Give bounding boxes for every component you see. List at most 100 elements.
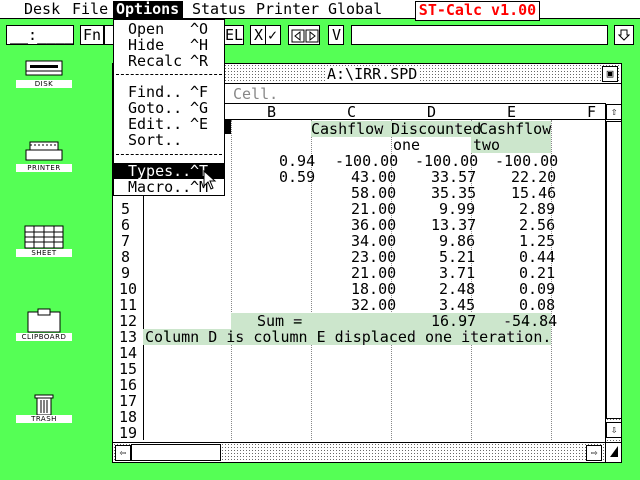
menu-item-types[interactable]: Types..: [128, 163, 191, 179]
vertical-scrollbar[interactable]: ⇧ ⇩: [605, 103, 622, 442]
down-button[interactable]: [614, 25, 634, 45]
scroll-down-button[interactable]: ⇩: [606, 422, 622, 438]
horizontal-scrollbar[interactable]: ⇦ ⇨: [113, 442, 605, 462]
menu-item-edit[interactable]: Edit..: [128, 116, 182, 132]
cell-c5[interactable]: 58.00: [351, 185, 396, 201]
trash-icon[interactable]: TRASH: [16, 392, 72, 427]
row-header-19[interactable]: 19: [119, 425, 137, 441]
menu-printer[interactable]: Printer: [256, 1, 319, 18]
cell-c11[interactable]: 18.00: [351, 281, 396, 297]
row-header-5[interactable]: 5: [121, 201, 130, 217]
scroll-right-button[interactable]: ⇨: [586, 445, 602, 461]
cell-e9[interactable]: 0.44: [519, 249, 555, 265]
fullscreen-button[interactable]: ▣: [602, 66, 618, 82]
cell-d4[interactable]: 33.57: [431, 169, 476, 185]
menu-item-macro[interactable]: Macro..: [128, 179, 191, 195]
menu-global[interactable]: Global: [328, 1, 382, 18]
menu-options[interactable]: Options: [113, 1, 184, 18]
cell-e11[interactable]: 0.09: [519, 281, 555, 297]
cancel-button[interactable]: X: [250, 25, 266, 45]
cell-e5[interactable]: 15.46: [511, 185, 556, 201]
cell-c9[interactable]: 23.00: [351, 249, 396, 265]
cell-d10[interactable]: 3.71: [439, 265, 475, 281]
formula-input[interactable]: [351, 25, 608, 45]
row-header-14[interactable]: 14: [119, 345, 137, 361]
cell-e3[interactable]: -100.00: [495, 153, 558, 169]
menu-item-recalc[interactable]: Recalc: [128, 53, 182, 69]
menu-desk[interactable]: Desk: [24, 1, 60, 18]
cell-d5[interactable]: 35.35: [431, 185, 476, 201]
row-header-6[interactable]: 6: [121, 217, 130, 233]
menu-item-find[interactable]: Find..: [128, 84, 182, 100]
cell-e4[interactable]: 22.20: [511, 169, 556, 185]
vertical-scroll-thumb[interactable]: [606, 121, 622, 419]
column-header-b[interactable]: B: [267, 104, 276, 120]
cell-e8[interactable]: 1.25: [519, 233, 555, 249]
row-header-10[interactable]: 10: [119, 281, 137, 297]
menu-item-goto[interactable]: Goto..: [128, 100, 182, 116]
column-header-c[interactable]: C: [347, 104, 356, 120]
cell-c6[interactable]: 21.00: [351, 201, 396, 217]
row-header-11[interactable]: 11: [119, 297, 137, 313]
note-cell[interactable]: Column D is column E displaced one itera…: [145, 329, 551, 345]
cell-d1[interactable]: Discounted: [391, 121, 481, 137]
row-header-13[interactable]: 13: [119, 329, 137, 345]
row-header-15[interactable]: 15: [119, 361, 137, 377]
cell-d6[interactable]: 9.99: [439, 201, 475, 217]
cell-b4[interactable]: 0.59: [279, 169, 315, 185]
row-header-7[interactable]: 7: [121, 233, 130, 249]
cell-d8[interactable]: 9.86: [439, 233, 475, 249]
cell-c3[interactable]: -100.00: [335, 153, 398, 169]
disk-icon[interactable]: DISK: [16, 55, 72, 90]
row-header-17[interactable]: 17: [119, 393, 137, 409]
scroll-up-button[interactable]: ⇧: [606, 104, 622, 120]
cell-c1[interactable]: Cashflow: [311, 121, 383, 137]
menu-item-open[interactable]: Open: [128, 21, 164, 37]
menu-file[interactable]: File: [72, 1, 108, 18]
sum-label[interactable]: Sum =: [257, 313, 302, 329]
sum-d[interactable]: 16.97: [431, 313, 476, 329]
row-header-9[interactable]: 9: [121, 265, 130, 281]
row-header-12[interactable]: 12: [119, 313, 137, 329]
sum-e[interactable]: -54.84: [503, 313, 557, 329]
cell-e10[interactable]: 0.21: [519, 265, 555, 281]
cell-d3[interactable]: -100.00: [415, 153, 478, 169]
cell-c4[interactable]: 43.00: [351, 169, 396, 185]
cell-e6[interactable]: 2.89: [519, 201, 555, 217]
horizontal-scroll-thumb[interactable]: [131, 444, 221, 461]
cell-c12[interactable]: 32.00: [351, 297, 396, 313]
cell-e1[interactable]: Cashflow: [479, 121, 551, 137]
cell-ref-box[interactable]: __:____: [6, 25, 74, 45]
cell-c8[interactable]: 34.00: [351, 233, 396, 249]
menu-item-hide[interactable]: Hide: [128, 37, 164, 53]
column-header-d[interactable]: D: [427, 104, 436, 120]
cell-d2[interactable]: one: [393, 137, 420, 153]
clipboard-icon[interactable]: CLIPBOARD: [16, 308, 72, 343]
column-header-f[interactable]: F: [587, 104, 596, 120]
column-header-e[interactable]: E: [507, 104, 516, 120]
resize-corner[interactable]: [605, 442, 621, 462]
value-button[interactable]: V: [328, 25, 344, 45]
scroll-left-button[interactable]: ⇦: [115, 445, 131, 461]
cell-c7[interactable]: 36.00: [351, 217, 396, 233]
cell-d7[interactable]: 13.37: [431, 217, 476, 233]
cell-c10[interactable]: 21.00: [351, 265, 396, 281]
printer-icon[interactable]: PRINTER: [16, 140, 72, 175]
fn-button[interactable]: Fn: [80, 25, 104, 45]
sheet-icon[interactable]: SHEET: [16, 224, 72, 259]
nav-buttons[interactable]: [288, 25, 320, 45]
row-header-18[interactable]: 18: [119, 409, 137, 425]
cell-d12[interactable]: 3.45: [439, 297, 475, 313]
cell-e2[interactable]: two: [473, 137, 500, 153]
row-header-16[interactable]: 16: [119, 377, 137, 393]
cell-d11[interactable]: 2.48: [439, 281, 475, 297]
row-header-8[interactable]: 8: [121, 249, 130, 265]
menu-item-sort[interactable]: Sort..: [128, 132, 182, 148]
accept-button[interactable]: ✓: [265, 25, 281, 45]
cell-b3[interactable]: 0.94: [279, 153, 315, 169]
cell-d9[interactable]: 5.21: [439, 249, 475, 265]
cell-e7[interactable]: 2.56: [519, 217, 555, 233]
cell-e12[interactable]: 0.08: [519, 297, 555, 313]
cel-button[interactable]: EL: [224, 25, 244, 45]
menu-status[interactable]: Status: [192, 1, 246, 18]
